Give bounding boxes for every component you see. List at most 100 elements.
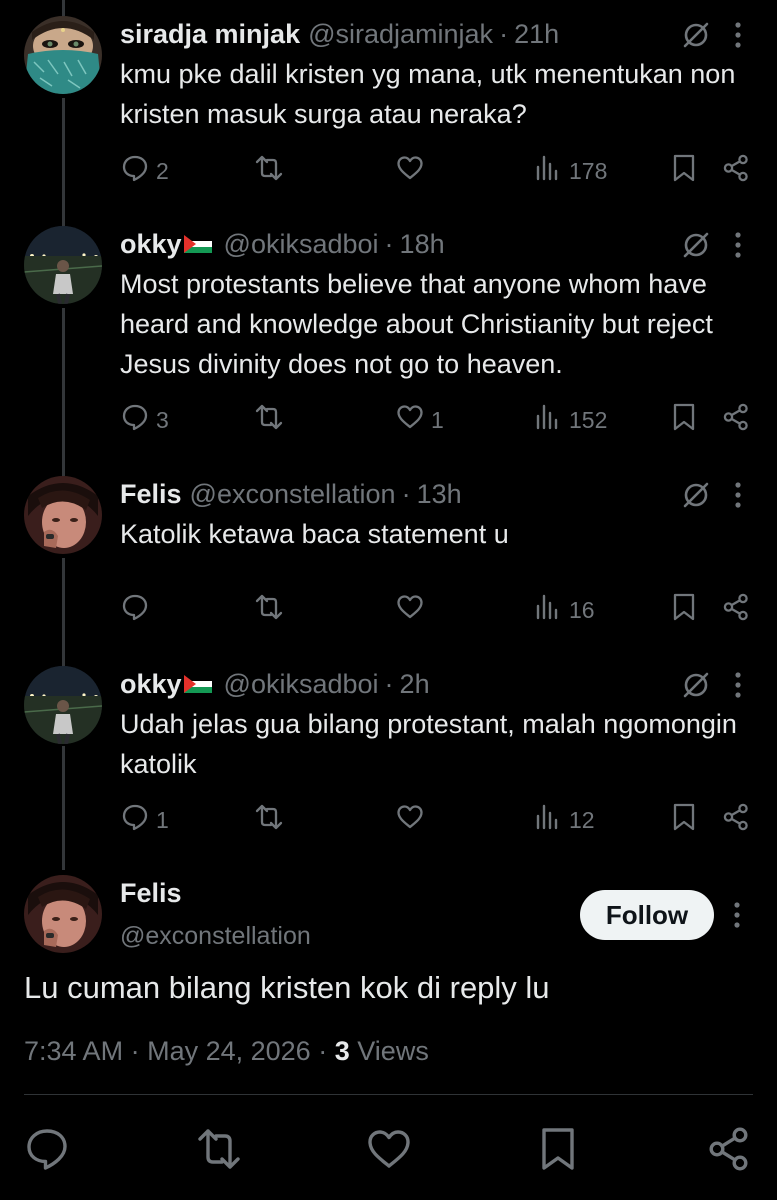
- bookmark-icon: [669, 802, 699, 838]
- repost-button[interactable]: [254, 800, 290, 840]
- separator: ·: [130, 1036, 140, 1066]
- views-label: Views: [357, 1036, 429, 1066]
- bookmark-button[interactable]: [669, 400, 699, 440]
- main-author-name[interactable]: Felis: [120, 878, 182, 909]
- more-icon[interactable]: [728, 478, 748, 512]
- share-icon[interactable]: [705, 1125, 753, 1173]
- views-button[interactable]: 12: [533, 800, 595, 840]
- share-button[interactable]: [721, 590, 751, 630]
- like-icon: [395, 592, 425, 628]
- action-bar: 16: [0, 590, 777, 630]
- like-button[interactable]: 1: [395, 400, 444, 440]
- palestine-flag-icon: [183, 669, 212, 700]
- repost-icon: [254, 153, 284, 189]
- author-name[interactable]: okky: [120, 229, 182, 260]
- views-button[interactable]: 178: [533, 151, 607, 191]
- avatar[interactable]: [24, 666, 102, 744]
- grok-icon[interactable]: [681, 20, 711, 50]
- reply-text: Most protestants believe that anyone who…: [120, 269, 713, 379]
- views-button[interactable]: 152: [533, 400, 607, 440]
- reply-button[interactable]: [120, 590, 156, 630]
- like-button[interactable]: [395, 151, 431, 191]
- views-count: 12: [569, 806, 595, 833]
- separator: ·: [499, 18, 509, 49]
- timestamp[interactable]: 13h: [417, 479, 462, 510]
- author-handle[interactable]: @exconstellation: [190, 479, 396, 510]
- timestamp[interactable]: 2h: [400, 669, 430, 700]
- views-button[interactable]: 16: [533, 590, 595, 630]
- repost-button[interactable]: [254, 590, 290, 630]
- share-button[interactable]: [721, 800, 751, 840]
- more-icon[interactable]: [728, 228, 748, 262]
- bookmark-button[interactable]: [669, 800, 699, 840]
- more-icon[interactable]: [728, 18, 748, 52]
- share-button[interactable]: [721, 151, 751, 191]
- reply-icon: [120, 802, 150, 838]
- reply-header: okky @okiksadboi · 2h: [120, 666, 430, 702]
- more-icon[interactable]: [728, 668, 748, 702]
- views-count: 16: [569, 596, 595, 623]
- grok-icon[interactable]: [681, 230, 711, 260]
- action-bar: 3 1 152: [0, 400, 777, 440]
- author-handle[interactable]: @okiksadboi: [224, 229, 379, 260]
- repost-icon: [254, 402, 284, 438]
- views-icon: [533, 153, 563, 189]
- author-handle[interactable]: @okiksadboi: [224, 669, 379, 700]
- thread-line: [62, 308, 65, 476]
- repost-button[interactable]: [254, 400, 290, 440]
- reply-count: 2: [156, 157, 169, 184]
- views-icon: [533, 592, 563, 628]
- reply-button[interactable]: 3: [120, 400, 169, 440]
- author-name[interactable]: siradja minjak: [120, 19, 300, 50]
- author-handle[interactable]: @siradjaminjak: [308, 19, 493, 50]
- repost-button[interactable]: [254, 151, 290, 191]
- share-icon: [721, 592, 751, 628]
- grok-icon[interactable]: [681, 670, 711, 700]
- reply-text: kmu pke dalil kristen yg mana, utk menen…: [120, 59, 736, 129]
- reply-count: 3: [156, 406, 169, 433]
- timestamp[interactable]: 18h: [400, 229, 445, 260]
- like-icon: [395, 802, 425, 838]
- separator: ·: [384, 228, 394, 259]
- repost-icon: [254, 592, 284, 628]
- views-count: 178: [569, 157, 608, 184]
- reply-text: Katolik ketawa baca statement u: [120, 519, 509, 549]
- author-name[interactable]: Felis: [120, 479, 182, 510]
- follow-button[interactable]: Follow: [580, 890, 714, 940]
- bookmark-button[interactable]: [669, 590, 699, 630]
- main-author-handle[interactable]: @exconstellation: [120, 922, 311, 951]
- views-count: 3: [334, 1036, 350, 1066]
- action-bar: 2 178: [0, 151, 777, 191]
- share-button[interactable]: [721, 400, 751, 440]
- separator: ·: [401, 478, 411, 509]
- bookmark-button[interactable]: [669, 151, 699, 191]
- reply-icon[interactable]: [23, 1125, 71, 1173]
- avatar[interactable]: [24, 16, 102, 94]
- reply-button[interactable]: 2: [120, 151, 169, 191]
- reply-header: okky @okiksadboi · 18h: [120, 226, 445, 262]
- bookmark-icon[interactable]: [534, 1125, 582, 1173]
- share-icon: [721, 153, 751, 189]
- more-icon[interactable]: [727, 898, 747, 932]
- reply-button[interactable]: 1: [120, 800, 169, 840]
- author-name[interactable]: okky: [120, 669, 182, 700]
- reply-icon: [120, 402, 150, 438]
- tweet-time[interactable]: 7:34 AM: [24, 1036, 123, 1066]
- reply-icon: [120, 592, 150, 628]
- avatar[interactable]: [24, 226, 102, 304]
- like-icon: [395, 402, 425, 438]
- timestamp[interactable]: 21h: [514, 19, 559, 50]
- like-icon[interactable]: [365, 1125, 413, 1173]
- avatar[interactable]: [24, 476, 102, 554]
- thread-line: [62, 0, 65, 16]
- grok-icon[interactable]: [681, 480, 711, 510]
- main-avatar[interactable]: [24, 875, 102, 953]
- repost-icon[interactable]: [195, 1125, 243, 1173]
- like-button[interactable]: [395, 590, 431, 630]
- like-icon: [395, 153, 425, 189]
- bookmark-icon: [669, 153, 699, 189]
- like-button[interactable]: [395, 800, 431, 840]
- main-tweet-text: Lu cuman bilang kristen kok di reply lu: [24, 970, 550, 1005]
- bookmark-icon: [669, 402, 699, 438]
- tweet-date[interactable]: May 24, 2026: [147, 1036, 311, 1066]
